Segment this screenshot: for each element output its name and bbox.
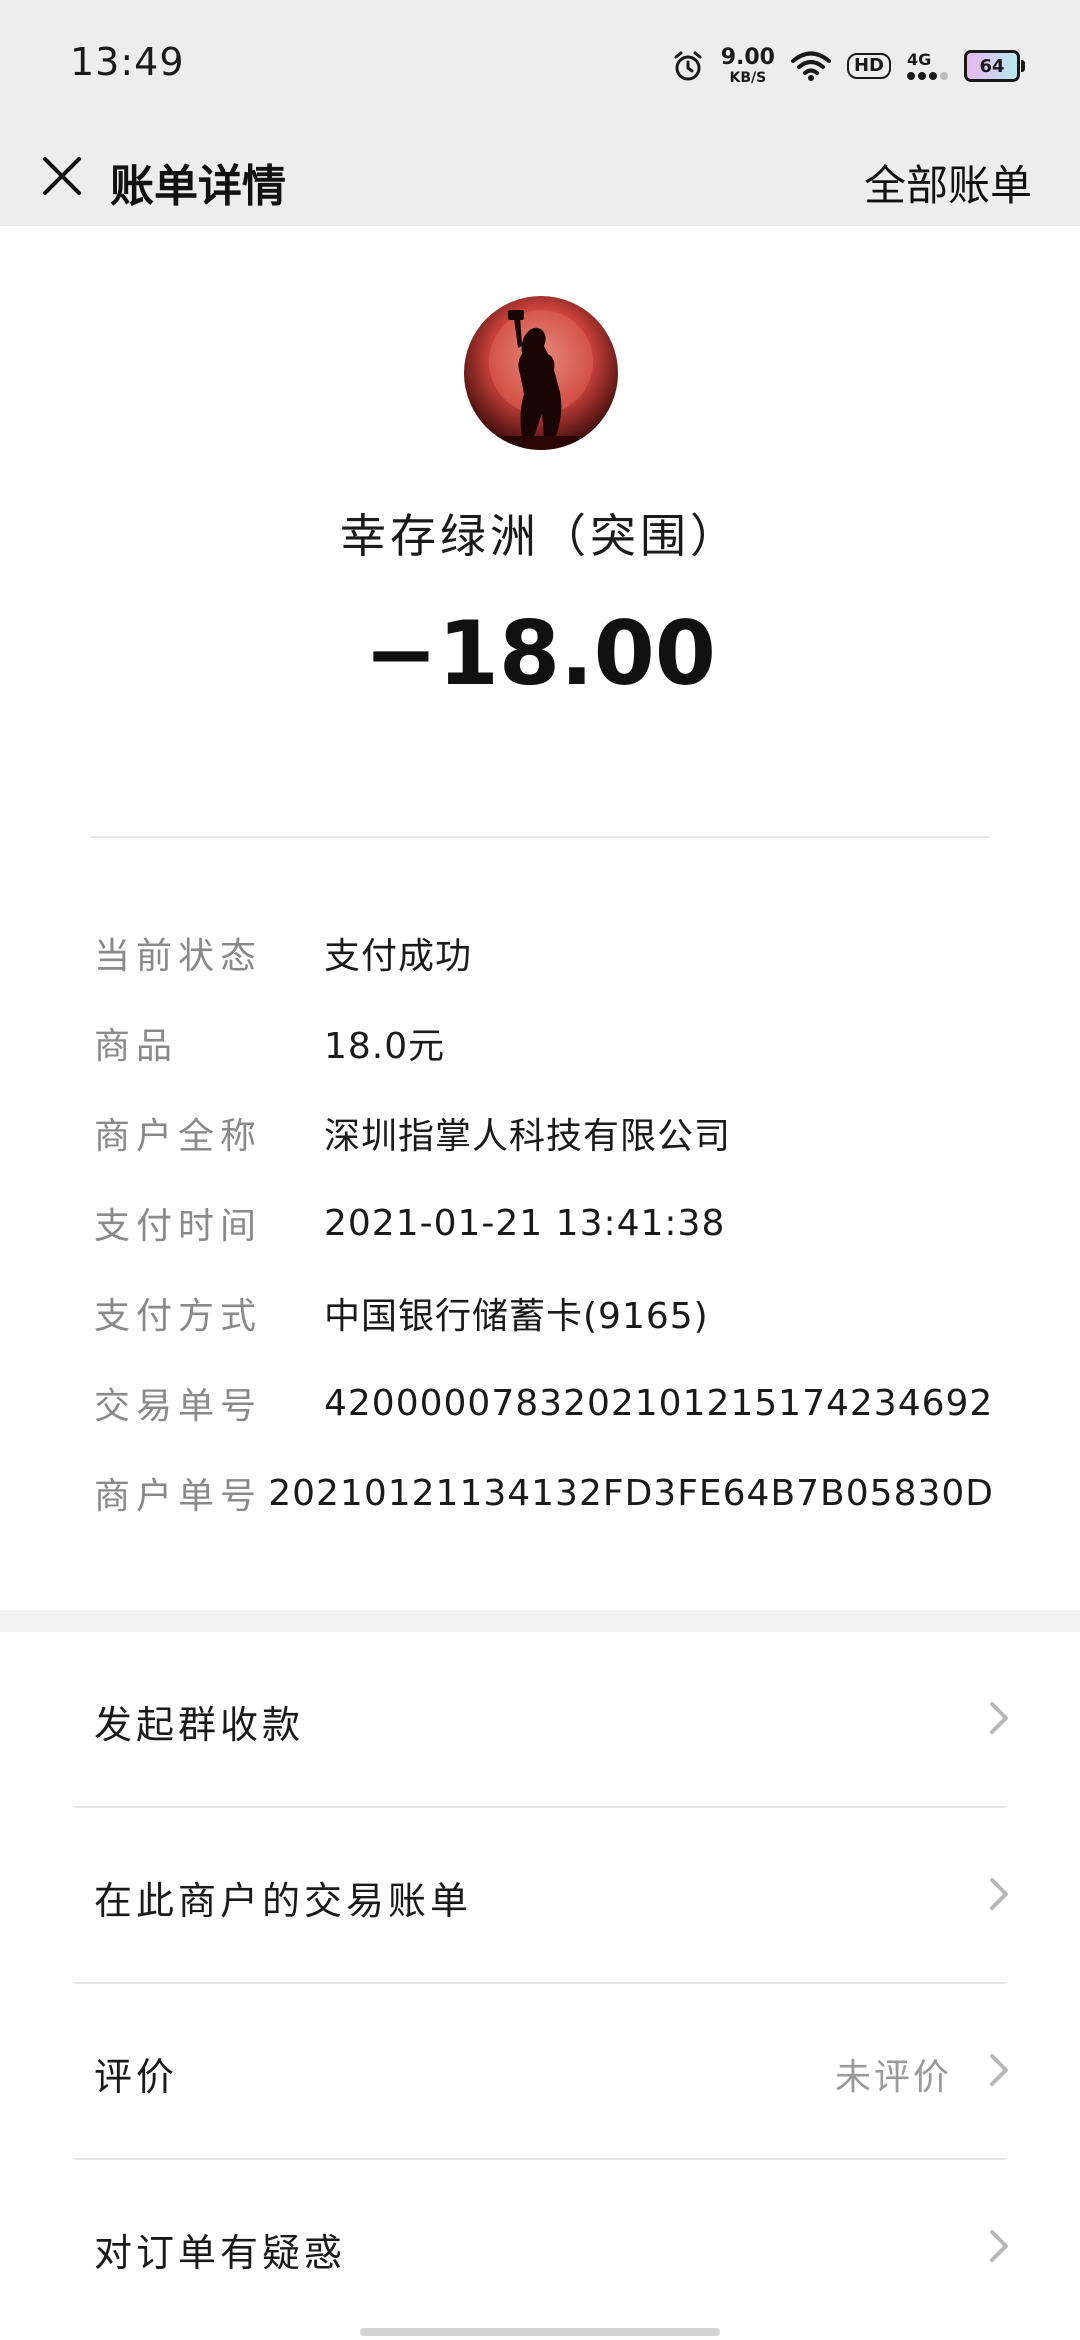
section-gap <box>0 1610 1080 1632</box>
hd-icon: HD <box>846 53 891 79</box>
detail-label: 商品 <box>94 1026 179 1067</box>
home-indicator[interactable] <box>360 2328 720 2336</box>
status-icons: 9.00 KB/S HD 4G 64 <box>671 44 1025 88</box>
merchant-avatar <box>464 296 618 450</box>
battery-level: 64 <box>979 55 1005 77</box>
detail-value: 18.0元 <box>324 1026 446 1067</box>
detail-label: 支付时间 <box>94 1206 263 1247</box>
chevron-right-icon <box>990 1702 1008 1734</box>
action-label: 评价 <box>94 2055 179 2099</box>
action-review[interactable]: 评价 未评价 <box>0 1984 1080 2160</box>
page-title: 账单详情 <box>110 161 286 212</box>
detail-row-merchant-order-id: 商户单号 20210121134132FD3FE64B7B05830D <box>94 1448 994 1538</box>
alarm-icon <box>671 49 705 83</box>
nav-bar: 账单详情 全部账单 <box>0 128 1080 226</box>
detail-row-product: 商品 18.0元 <box>94 998 994 1088</box>
net-speed-unit: KB/S <box>729 70 767 86</box>
divider <box>90 836 990 838</box>
bill-details: 当前状态 支付成功 商品 18.0元 商户全称 深圳指掌人科技有限公司 支付时间… <box>94 908 994 1538</box>
detail-row-pay-time: 支付时间 2021-01-21 13:41:38 <box>94 1178 994 1268</box>
detail-value: 深圳指掌人科技有限公司 <box>324 1116 732 1157</box>
net-speed-value: 9.00 <box>720 45 775 70</box>
detail-row-pay-method: 支付方式 中国银行储蓄卡(9165) <box>94 1268 994 1358</box>
detail-label: 支付方式 <box>94 1296 263 1337</box>
action-label: 发起群收款 <box>94 1703 305 1747</box>
review-status: 未评价 <box>834 2057 952 2098</box>
detail-row-merchant-fullname: 商户全称 深圳指掌人科技有限公司 <box>94 1088 994 1178</box>
close-button[interactable] <box>32 146 92 206</box>
net-speed: 9.00 KB/S <box>720 45 775 86</box>
detail-value: 2021-01-21 13:41:38 <box>324 1202 726 1244</box>
detail-value[interactable]: 20210121134132FD3FE64B7B05830D <box>268 1473 994 1514</box>
close-icon <box>43 157 81 195</box>
detail-value: 中国银行储蓄卡(9165) <box>324 1296 709 1337</box>
action-label: 对订单有疑惑 <box>94 2231 347 2275</box>
detail-value[interactable]: 4200000783202101215174234692 <box>324 1383 993 1424</box>
detail-label: 交易单号 <box>94 1386 263 1427</box>
action-order-question[interactable]: 对订单有疑惑 <box>0 2160 1080 2336</box>
payment-amount: −18.00 <box>363 602 717 705</box>
status-bar: 13:49 9.00 KB/S HD 4G 64 <box>0 0 1080 128</box>
detail-label: 商户全称 <box>94 1116 263 1157</box>
merchant-name: 幸存绿洲（突围） <box>340 509 740 563</box>
action-group-collect[interactable]: 发起群收款 <box>0 1632 1080 1808</box>
signal-icon: 4G <box>907 52 948 80</box>
action-label: 在此商户的交易账单 <box>94 1879 473 1923</box>
wifi-icon <box>790 50 831 82</box>
action-list: 发起群收款 在此商户的交易账单 评价 未评价 对订单有疑惑 <box>0 1632 1080 2336</box>
detail-row-transaction-id: 交易单号 4200000783202101215174234692 <box>94 1358 994 1448</box>
chevron-right-icon <box>990 2230 1008 2262</box>
chevron-right-icon <box>990 2054 1008 2086</box>
all-bills-link[interactable]: 全部账单 <box>864 152 1032 213</box>
action-merchant-bills[interactable]: 在此商户的交易账单 <box>0 1808 1080 1984</box>
detail-label: 当前状态 <box>94 936 263 977</box>
network-label: 4G <box>907 50 932 69</box>
battery-icon: 64 <box>964 50 1025 82</box>
detail-label: 商户单号 <box>94 1476 263 1517</box>
detail-row-status: 当前状态 支付成功 <box>94 908 994 998</box>
detail-value: 支付成功 <box>324 936 473 977</box>
status-time: 13:49 <box>70 40 185 84</box>
chevron-right-icon <box>990 1878 1008 1910</box>
